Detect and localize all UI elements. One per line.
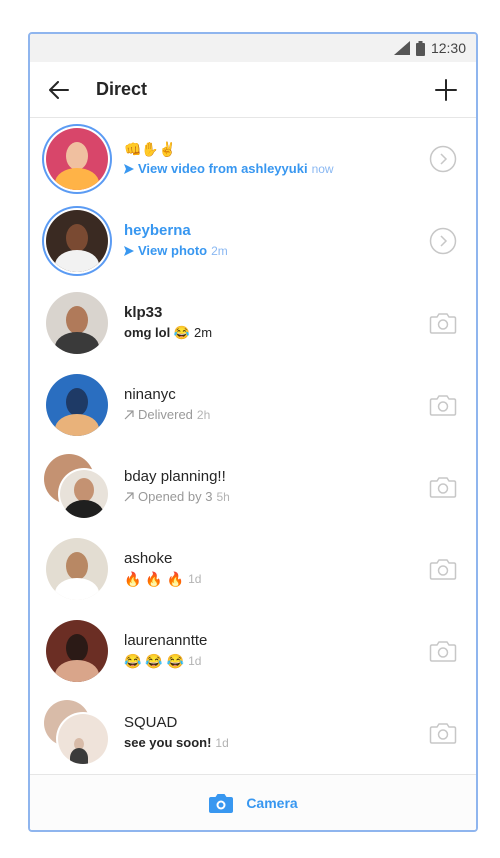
avatar: [44, 208, 110, 274]
thread-preview: Delivered 2h: [124, 405, 428, 425]
camera-icon: [429, 723, 457, 744]
avatar: [44, 290, 110, 356]
phone-screen: 12:30 Direct 👊✋✌ View video from ashleyy…: [28, 32, 478, 832]
thread-preview: View video from ashleyyuki now: [124, 159, 428, 179]
thread-text: 👊✋✌ View video from ashleyyuki now: [124, 139, 428, 179]
camera-reply-button[interactable]: [428, 472, 458, 502]
camera-icon: [429, 559, 457, 580]
avatar: [44, 126, 110, 192]
thread-row[interactable]: laurenanntte 😂 😂 😂 1d: [30, 610, 476, 692]
thread-name: 👊✋✌: [124, 141, 177, 157]
avatar: [44, 536, 110, 602]
thread-time: 1d: [215, 736, 229, 750]
preview-text: Delivered: [138, 407, 193, 422]
camera-icon: [429, 395, 457, 416]
preview-text: omg lol 😂: [124, 325, 191, 340]
group-avatar: [44, 454, 110, 520]
avatar-image: [46, 210, 108, 272]
thread-time: now: [311, 162, 334, 176]
avatar-image: [46, 538, 108, 600]
battery-icon: [415, 40, 425, 56]
avatar-image: [58, 714, 108, 764]
thread-text: ninanyc Delivered 2h: [124, 385, 428, 425]
group-avatar: [44, 700, 110, 766]
thread-time: 1d: [188, 572, 202, 586]
thread-time: 2m: [194, 325, 213, 340]
thread-time: 2m: [211, 244, 228, 258]
thread-text: laurenanntte 😂 😂 😂 1d: [124, 631, 428, 671]
camera-button[interactable]: Camera: [30, 774, 476, 830]
camera-reply-button[interactable]: [428, 718, 458, 748]
thread-name: laurenanntte: [124, 632, 208, 649]
plus-icon: [435, 78, 457, 101]
preview-text: View video from ashleyyuki: [138, 161, 308, 176]
thread-preview: 🔥 🔥 🔥 1d: [124, 569, 428, 589]
thread-row[interactable]: SQUAD see you soon! 1d: [30, 692, 476, 774]
camera-icon: [209, 793, 234, 813]
camera-icon: [429, 313, 457, 334]
signal-icon: [393, 41, 410, 55]
thread-name: bday planning!!: [124, 468, 226, 485]
camera-icon: [429, 477, 457, 498]
thread-text: ashoke 🔥 🔥 🔥 1d: [124, 549, 428, 589]
open-thread-button[interactable]: [428, 144, 458, 174]
send-arrow-icon: [124, 246, 134, 256]
thread-name: ninanyc: [124, 386, 176, 403]
thread-name: heyberna: [124, 222, 191, 239]
avatar-image: [46, 128, 108, 190]
camera-reply-button[interactable]: [428, 390, 458, 420]
thread-preview: 😂 😂 😂 1d: [124, 651, 428, 671]
status-bar: 12:30: [30, 34, 476, 62]
thread-time: 1d: [188, 654, 202, 668]
thread-text: klp33 omg lol 😂 2m: [124, 303, 428, 343]
header: Direct: [30, 62, 476, 118]
thread-preview: see you soon! 1d: [124, 733, 428, 753]
thread-name: ashoke: [124, 550, 173, 567]
thread-text: bday planning!! Opened by 3 5h: [124, 467, 428, 507]
camera-reply-button[interactable]: [428, 554, 458, 584]
arrow-left-icon: [49, 80, 69, 99]
preview-text: Opened by 3: [138, 489, 213, 504]
sent-arrow-icon: [124, 410, 134, 420]
avatar: [44, 618, 110, 684]
chevron-circle-icon: [429, 227, 457, 255]
preview-text: 😂 😂 😂: [124, 653, 185, 669]
thread-row[interactable]: klp33 omg lol 😂 2m: [30, 282, 476, 364]
thread-row[interactable]: bday planning!! Opened by 3 5h: [30, 446, 476, 528]
thread-name: klp33: [124, 304, 163, 321]
back-button[interactable]: [46, 77, 72, 103]
avatar: [44, 372, 110, 438]
thread-time: 5h: [216, 490, 230, 504]
thread-time: 2h: [196, 408, 211, 422]
new-message-button[interactable]: [432, 76, 460, 104]
send-arrow-icon: [124, 164, 134, 174]
chevron-circle-icon: [429, 145, 457, 173]
camera-reply-button[interactable]: [428, 308, 458, 338]
thread-row[interactable]: ashoke 🔥 🔥 🔥 1d: [30, 528, 476, 610]
camera-label: Camera: [246, 794, 298, 811]
preview-text: View photo: [138, 243, 208, 258]
avatar-image: [46, 374, 108, 436]
thread-preview: View photo 2m: [124, 241, 428, 261]
camera-icon: [429, 641, 457, 662]
thread-text: heyberna View photo 2m: [124, 221, 428, 261]
status-time: 12:30: [430, 40, 466, 56]
thread-row[interactable]: 👊✋✌ View video from ashleyyuki now: [30, 118, 476, 200]
open-thread-button[interactable]: [428, 226, 458, 256]
thread-row[interactable]: heyberna View photo 2m: [30, 200, 476, 282]
avatar-image: [46, 620, 108, 682]
preview-text: see you soon!: [124, 735, 212, 750]
avatar-image: [46, 292, 108, 354]
sent-arrow-icon: [124, 492, 134, 502]
thread-row[interactable]: ninanyc Delivered 2h: [30, 364, 476, 446]
thread-name: SQUAD: [124, 714, 178, 731]
thread-text: SQUAD see you soon! 1d: [124, 713, 428, 753]
thread-preview: omg lol 😂 2m: [124, 323, 428, 343]
avatar-image: [60, 470, 108, 518]
thread-preview: Opened by 3 5h: [124, 487, 428, 507]
camera-reply-button[interactable]: [428, 636, 458, 666]
preview-text: 🔥 🔥 🔥: [124, 571, 185, 587]
page-title: Direct: [96, 79, 148, 99]
